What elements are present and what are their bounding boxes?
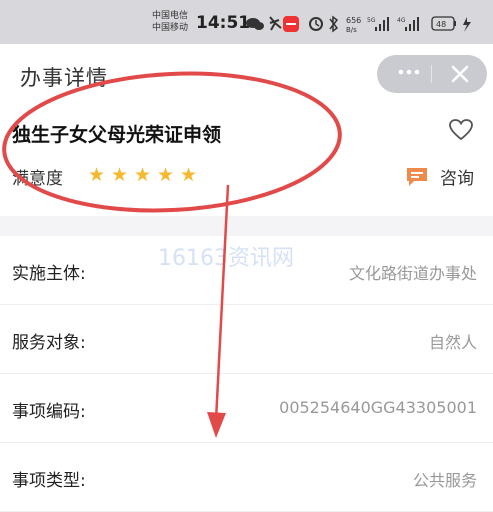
- service-details-list: 实施主体: 文化路街道办事处 服务对象: 自然人 事项编码: 005254640…: [0, 236, 493, 512]
- speed-value: 656: [346, 16, 361, 25]
- charging-icon: [463, 17, 471, 32]
- status-icons: 656 B/s 5G 4G 48: [246, 15, 471, 34]
- fitness-icon: [269, 16, 282, 31]
- bluetooth-icon: [329, 15, 339, 33]
- detail-value: 公共服务: [412, 471, 477, 490]
- consult-icon[interactable]: [405, 166, 429, 188]
- detail-value: 005254640GG43305001: [279, 398, 477, 417]
- app-notification-icon: [283, 16, 299, 32]
- signal-5g-icon: 5G: [367, 17, 389, 31]
- detail-row-item-type: 事项类型: 公共服务: [0, 443, 493, 512]
- consult-button[interactable]: 咨询: [440, 164, 474, 189]
- star-icon: ★: [111, 164, 129, 186]
- service-header-card: 独生子女父母光荣证申领 满意度 ★ ★ ★ ★ ★ 咨询: [0, 106, 493, 216]
- star-icon: ★: [134, 164, 152, 186]
- watermark: 16163资讯网: [158, 246, 294, 271]
- satisfaction-label: 满意度: [12, 169, 63, 189]
- star-icon: ★: [157, 164, 175, 186]
- more-button[interactable]: [397, 62, 421, 80]
- network-speed: 656 B/s: [346, 16, 361, 34]
- signal-4g-icon: 4G: [397, 17, 419, 31]
- more-icon: [398, 69, 420, 75]
- net-label-2: 4G: [397, 17, 406, 24]
- detail-label: 事项编码:: [12, 402, 86, 422]
- detail-label: 服务对象:: [12, 333, 86, 353]
- star-icon: ★: [180, 164, 198, 186]
- page-title: 办事详情: [20, 66, 108, 90]
- capsule-divider: [431, 65, 432, 83]
- star-icon: ★: [88, 164, 106, 186]
- detail-label: 事项类型:: [12, 471, 86, 491]
- favorite-heart-icon[interactable]: [448, 118, 474, 142]
- status-bar: 中国电信 中国移动 14:51 656 B/s 5G 4G 48: [0, 0, 493, 44]
- battery-level: 48: [436, 20, 446, 29]
- detail-row-service-target: 服务对象: 自然人: [0, 305, 493, 374]
- status-time: 14:51: [196, 13, 251, 33]
- carrier-2: 中国移动: [152, 23, 189, 33]
- net-label-1: 5G: [367, 17, 376, 24]
- battery-icon: 48: [431, 16, 456, 31]
- detail-value: 文化路街道办事处: [348, 264, 477, 283]
- speed-unit: B/s: [346, 26, 357, 34]
- carrier-1: 中国电信: [152, 11, 189, 21]
- miniapp-capsule: [377, 55, 487, 93]
- satisfaction-stars: ★ ★ ★ ★ ★: [88, 166, 203, 185]
- carrier-names: 中国电信 中国移动: [152, 10, 188, 34]
- detail-row-item-code: 事项编码: 005254640GG43305001: [0, 374, 493, 443]
- service-title: 独生子女父母光荣证申领: [12, 124, 222, 146]
- detail-label: 实施主体:: [12, 264, 86, 284]
- wechat-icon: [246, 18, 264, 30]
- detail-value: 自然人: [428, 333, 477, 352]
- close-icon[interactable]: [447, 61, 473, 87]
- alarm-icon: [309, 17, 323, 31]
